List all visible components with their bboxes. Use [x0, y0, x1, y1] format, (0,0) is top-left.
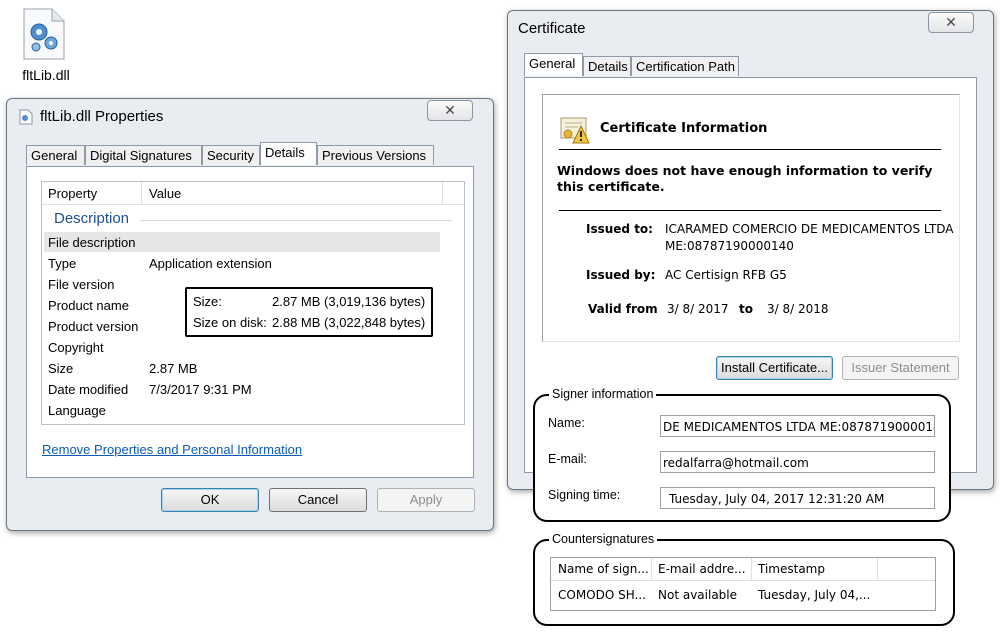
valid-to-value: 3/ 8/ 2018	[767, 302, 829, 316]
countersignatures-list: Name of sign... E-mail addre... Timestam…	[550, 557, 936, 611]
table-row-cell[interactable]: Not available	[658, 588, 737, 602]
column-divider	[442, 182, 443, 204]
signing-time-field[interactable]: Tuesday, July 04, 2017 12:31:20 AM	[660, 487, 935, 509]
signer-information-group: Signer information Name: DE MEDICAMENTOS…	[533, 387, 951, 522]
ok-button[interactable]: OK	[161, 488, 259, 512]
table-row-cell[interactable]: COMODO SH...	[558, 588, 646, 602]
section-description: Description	[54, 210, 130, 227]
valid-from-value: 3/ 8/ 2017	[667, 302, 729, 316]
dll-file-icon[interactable]	[22, 8, 66, 60]
properties-tab-strip: General Digital Signatures Security Deta…	[26, 142, 476, 167]
install-certificate-button[interactable]: Install Certificate...	[716, 356, 833, 380]
issued-by-value: AC Certisign RFB G5	[665, 268, 787, 282]
tab-security[interactable]: Security	[202, 145, 260, 165]
signing-time-label: Signing time:	[548, 488, 621, 502]
countersignatures-title: Countersignatures	[549, 532, 658, 546]
name-field[interactable]: DE MEDICAMENTOS LTDA ME:08787190000140	[660, 415, 935, 437]
row-label[interactable]: Product name	[48, 298, 129, 313]
issued-to-label: Issued to:	[586, 222, 653, 236]
properties-close-button[interactable]: ✕	[427, 100, 473, 121]
row-label[interactable]: Language	[48, 403, 106, 418]
close-icon: ✕	[444, 102, 456, 118]
warning-line-2: this certificate.	[557, 179, 665, 194]
countersignatures-header: Name of sign... E-mail addre... Timestam…	[551, 558, 935, 581]
tab-details[interactable]: Details	[260, 142, 317, 165]
column-divider	[877, 558, 878, 580]
section-divider	[140, 220, 452, 221]
row-label[interactable]: Product version	[48, 319, 138, 334]
signer-group-title: Signer information	[549, 387, 657, 401]
column-divider	[751, 558, 752, 580]
tab-digital-signatures[interactable]: Digital Signatures	[85, 145, 202, 165]
name-label: Name:	[548, 416, 585, 430]
column-name-of-signer[interactable]: Name of sign...	[558, 562, 649, 576]
file-label[interactable]: fltLib.dll	[4, 67, 88, 83]
issued-to-line-1: ICARAMED COMERCIO DE MEDICAMENTOS LTDA	[665, 222, 954, 236]
column-divider	[651, 558, 652, 580]
row-value: Application extension	[149, 256, 272, 271]
size-on-disk-label: Size on disk:	[193, 315, 267, 330]
valid-from-label: Valid from	[588, 302, 658, 316]
size-callout: Size: 2.87 MB (3,019,136 bytes) Size on …	[185, 287, 433, 337]
certificate-info-box: Certificate Information Windows does not…	[542, 94, 960, 342]
row-label[interactable]: Date modified	[48, 382, 128, 397]
remove-properties-link[interactable]: Remove Properties and Personal Informati…	[42, 442, 302, 457]
issuer-statement-button[interactable]: Issuer Statement	[842, 356, 959, 380]
tab-details[interactable]: Details	[583, 56, 631, 76]
issued-to-line-2: ME:08787190000140	[665, 239, 794, 253]
size-label: Size:	[193, 294, 222, 309]
certificate-tab-strip: General Details Certification Path	[524, 53, 764, 78]
close-icon: ✕	[945, 14, 957, 30]
row-label[interactable]: File description	[48, 235, 135, 250]
table-row-cell[interactable]: Tuesday, July 04,...	[758, 588, 870, 602]
row-label[interactable]: Copyright	[48, 340, 104, 355]
valid-to-label: to	[739, 302, 753, 316]
size-value: 2.87 MB (3,019,136 bytes)	[272, 294, 426, 309]
column-timestamp[interactable]: Timestamp	[758, 562, 825, 576]
info-divider	[559, 149, 941, 150]
warning-line-1: Windows does not have enough information…	[557, 163, 933, 178]
properties-title: fltLib.dll Properties	[40, 108, 164, 125]
cancel-button[interactable]: Cancel	[269, 488, 367, 512]
row-label[interactable]: Type	[48, 256, 76, 271]
apply-button[interactable]: Apply	[377, 488, 475, 512]
size-on-disk-value: 2.88 MB (3,022,848 bytes)	[272, 315, 426, 330]
issued-by-label: Issued by:	[586, 268, 656, 282]
tab-general[interactable]: General	[26, 145, 85, 165]
row-value: 2.87 MB	[149, 361, 198, 376]
details-list-header: Property Value	[42, 182, 464, 205]
row-value: 7/3/2017 9:31 PM	[149, 382, 252, 397]
countersignatures-group: Countersignatures Name of sign... E-mail…	[533, 532, 955, 626]
tab-certification-path[interactable]: Certification Path	[631, 56, 739, 76]
email-field[interactable]: redalfarra@hotmail.com	[660, 451, 935, 473]
certificate-warning-icon	[560, 116, 590, 144]
certificate-close-button[interactable]: ✕	[928, 12, 974, 33]
email-label: E-mail:	[548, 452, 587, 466]
properties-title-icon	[19, 109, 33, 125]
column-value[interactable]: Value	[149, 186, 181, 201]
certificate-title: Certificate	[518, 20, 586, 37]
info-divider	[559, 210, 941, 211]
row-label[interactable]: Size	[48, 361, 73, 376]
row-label[interactable]: File version	[48, 277, 114, 292]
tab-previous-versions[interactable]: Previous Versions	[317, 145, 434, 165]
column-property[interactable]: Property	[48, 186, 97, 201]
column-divider	[141, 182, 142, 204]
tab-general[interactable]: General	[524, 53, 583, 76]
column-email-address[interactable]: E-mail addre...	[658, 562, 746, 576]
certificate-info-title: Certificate Information	[600, 121, 768, 136]
